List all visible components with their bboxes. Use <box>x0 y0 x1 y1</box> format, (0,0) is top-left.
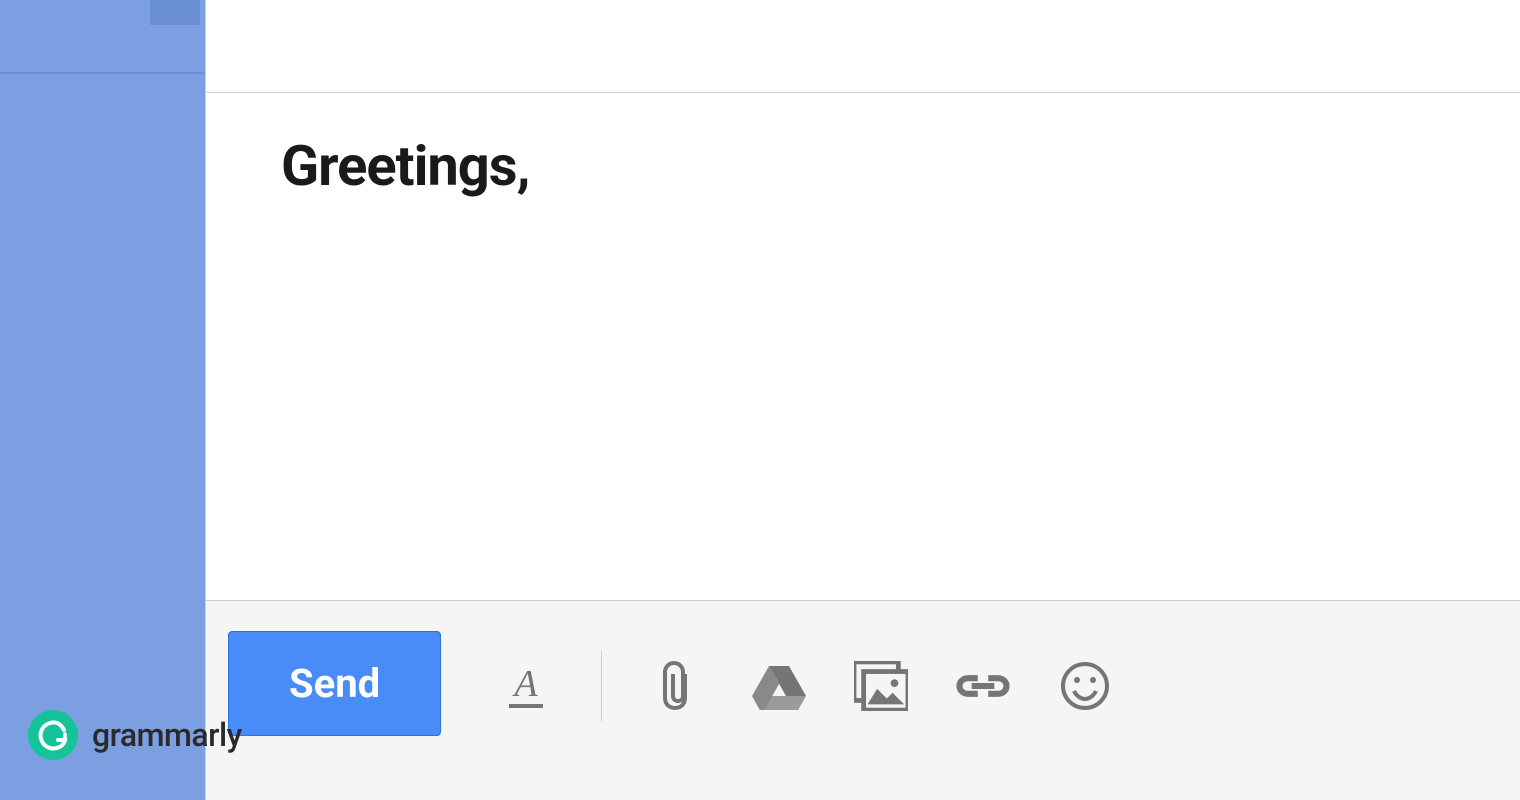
link-icon <box>956 671 1010 701</box>
emoji-icon <box>1060 661 1110 711</box>
insert-image-button[interactable] <box>854 659 908 713</box>
recipients-bar[interactable] <box>205 0 1520 93</box>
toolbar-divider <box>601 651 602 721</box>
email-body[interactable]: Greetings, <box>205 93 1520 600</box>
svg-text:A: A <box>512 663 539 705</box>
sidebar <box>0 0 205 800</box>
format-text-button[interactable]: A <box>499 659 553 713</box>
grammarly-logo-icon <box>28 710 78 760</box>
attach-file-button[interactable] <box>650 659 704 713</box>
grammarly-label: grammarly <box>92 716 242 754</box>
compose-toolbar: Send A <box>205 600 1520 800</box>
toolbar-icons: A <box>499 651 1112 721</box>
insert-emoji-button[interactable] <box>1058 659 1112 713</box>
grammarly-badge[interactable]: grammarly <box>28 710 242 760</box>
image-icon <box>854 661 908 711</box>
paperclip-icon <box>661 660 693 712</box>
insert-drive-button[interactable] <box>752 659 806 713</box>
insert-link-button[interactable] <box>956 659 1010 713</box>
send-button[interactable]: Send <box>228 631 441 736</box>
sidebar-tab <box>150 0 200 25</box>
body-text: Greetings, <box>281 133 1445 199</box>
compose-area: Greetings, Send A <box>205 0 1520 800</box>
format-text-icon: A <box>505 662 547 710</box>
drive-icon <box>752 662 806 710</box>
sidebar-divider <box>0 72 205 74</box>
